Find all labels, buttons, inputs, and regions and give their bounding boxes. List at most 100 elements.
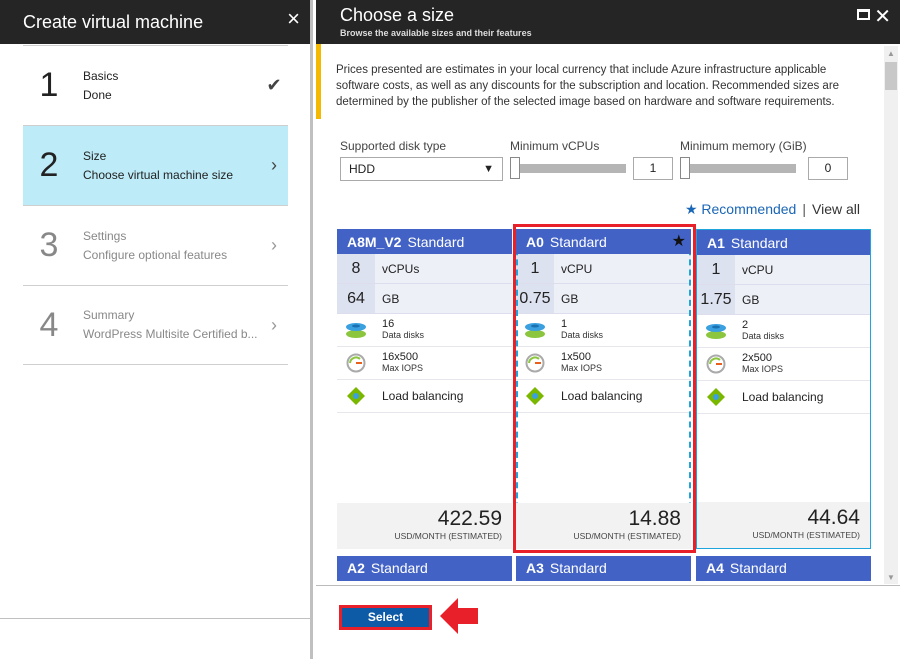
size-tier: Standard: [370, 560, 428, 576]
size-name: A3: [526, 560, 544, 576]
data-disks-value: 16: [382, 318, 395, 330]
slider-track: [514, 164, 626, 173]
slider-handle[interactable]: [680, 157, 690, 179]
load-balancing-icon: [516, 386, 554, 406]
size-card-a0[interactable]: A0 Standard ★ 1 vCPU 0.75 GB 1 Data disks 1x5…: [516, 229, 691, 549]
blade-header: Create virtual machine ×: [0, 0, 310, 44]
disk-type-select[interactable]: HDD ▼: [340, 157, 503, 181]
memory-row: 0.75 GB: [516, 284, 691, 314]
step-summary[interactable]: 4 Summary WordPress Multisite Certified b…: [23, 285, 288, 365]
view-toggle: ★ Recommended | View all: [685, 201, 860, 218]
memory-row: 1.75 GB: [697, 285, 870, 315]
vcpu-row: 8 vCPUs: [337, 254, 512, 284]
iops-label: Max IOPS: [382, 363, 424, 373]
step-subtitle: Choose virtual machine size: [83, 167, 234, 182]
gauge-icon: [337, 353, 375, 373]
close-icon[interactable]: ✕: [874, 4, 891, 29]
size-tier: Standard: [549, 560, 607, 576]
close-icon[interactable]: ×: [287, 6, 300, 32]
recommended-link[interactable]: ★ Recommended: [685, 201, 796, 217]
step-size[interactable]: 2 Size Choose virtual machine size ›: [23, 125, 288, 205]
checkmark-icon: ✔: [266, 75, 282, 95]
vcpu-unit: vCPU: [742, 262, 774, 277]
min-vcpus-slider[interactable]: [510, 157, 626, 181]
feature-row: Load balancing: [337, 380, 512, 413]
vcpu-count: 1: [516, 254, 554, 283]
feature-label: Load balancing: [382, 388, 464, 403]
gauge-icon: [516, 353, 554, 373]
min-vcpus-input[interactable]: 1: [633, 157, 673, 180]
data-disks-value: 2: [742, 319, 749, 331]
size-name: A2: [347, 560, 365, 576]
step-basics[interactable]: 1 Basics Done ✔: [23, 45, 288, 125]
feature-label: Load balancing: [561, 388, 643, 403]
load-balancing-icon: [337, 386, 375, 406]
step-subtitle: Done: [83, 87, 112, 102]
slider-track: [684, 164, 796, 173]
step-title: Size: [83, 148, 107, 163]
memory-row: 64 GB: [337, 284, 512, 314]
size-card-a2[interactable]: A2 Standard: [337, 556, 512, 581]
size-tier: Standard: [549, 234, 607, 250]
recommended-star-icon: ★: [671, 233, 686, 250]
chevron-down-icon: ▼: [483, 163, 494, 175]
memory-amount: 0.75: [516, 284, 554, 313]
data-disks-label: Data disks: [382, 330, 425, 340]
vcpu-row: 1 vCPU: [697, 255, 870, 285]
select-button[interactable]: Select: [339, 605, 432, 630]
iops-value: 2x500: [742, 352, 772, 364]
maximize-icon[interactable]: [857, 9, 870, 20]
price-currency: USD/MONTH (ESTIMATED): [752, 530, 860, 540]
size-name: A1: [707, 235, 725, 251]
size-card-a4[interactable]: A4 Standard: [696, 556, 871, 581]
card-header: A8M_V2 Standard: [337, 229, 512, 254]
min-memory-input[interactable]: 0: [808, 157, 848, 180]
card-header: A0 Standard ★: [516, 229, 691, 254]
create-vm-blade: Create virtual machine × 1 Basics Done ✔ …: [0, 0, 313, 659]
price-block: 422.59 USD/MONTH (ESTIMATED): [337, 503, 512, 549]
price-value: 14.88: [628, 507, 681, 530]
size-card-a8m-v2[interactable]: A8M_V2 Standard 8 vCPUs 64 GB 16 Data disks …: [337, 229, 512, 549]
data-disks-row: 16 Data disks: [337, 314, 512, 347]
iops-row: 16x500 Max IOPS: [337, 347, 512, 380]
scroll-up-icon[interactable]: ▲: [887, 49, 895, 58]
load-balancing-icon: [697, 387, 735, 407]
disk-icon: [516, 321, 554, 339]
min-memory-label: Minimum memory (GiB): [680, 139, 807, 153]
step-subtitle: WordPress Multisite Certified b...: [83, 327, 258, 341]
memory-unit: GB: [561, 291, 579, 306]
scrollbar-thumb[interactable]: [885, 62, 897, 90]
slider-handle[interactable]: [510, 157, 520, 179]
size-tier: Standard: [730, 235, 788, 251]
blade-header: Choose a size Browse the available sizes…: [316, 0, 900, 44]
size-card-a1[interactable]: A1 Standard 1 vCPU 1.75 GB 2 Data disks 2x50…: [696, 229, 871, 549]
disk-type-label: Supported disk type: [340, 139, 447, 153]
step-title: Settings: [83, 228, 127, 243]
price-value: 422.59: [437, 507, 502, 530]
separator: |: [802, 201, 806, 217]
iops-label: Max IOPS: [742, 364, 784, 374]
scrollbar[interactable]: ▲ ▼: [884, 46, 898, 584]
memory-unit: GB: [382, 291, 400, 306]
divider: [316, 585, 900, 586]
data-disks-row: 1 Data disks: [516, 314, 691, 347]
scroll-down-icon[interactable]: ▼: [887, 573, 895, 582]
disk-type-value: HDD: [349, 162, 375, 176]
vcpu-unit: vCPU: [561, 261, 593, 276]
chevron-right-icon: ›: [271, 235, 277, 255]
data-disks-row: 2 Data disks: [697, 315, 870, 348]
step-subtitle: Configure optional features: [83, 247, 228, 262]
iops-value: 1x500: [561, 351, 591, 363]
price-block: 14.88 USD/MONTH (ESTIMATED): [516, 503, 691, 549]
pricing-notice: Prices presented are estimates in your l…: [336, 64, 840, 108]
size-card-a3[interactable]: A3 Standard: [516, 556, 691, 581]
view-all-link[interactable]: View all: [812, 201, 860, 217]
feature-label: Load balancing: [742, 389, 824, 404]
step-settings[interactable]: 3 Settings Configure optional features ›: [23, 205, 288, 285]
blade-subtitle: Browse the available sizes and their fea…: [340, 28, 532, 38]
data-disks-label: Data disks: [742, 331, 785, 341]
size-name: A4: [706, 560, 724, 576]
chevron-right-icon: ›: [271, 155, 277, 175]
min-memory-slider[interactable]: [680, 157, 796, 181]
iops-value: 16x500: [382, 351, 419, 363]
